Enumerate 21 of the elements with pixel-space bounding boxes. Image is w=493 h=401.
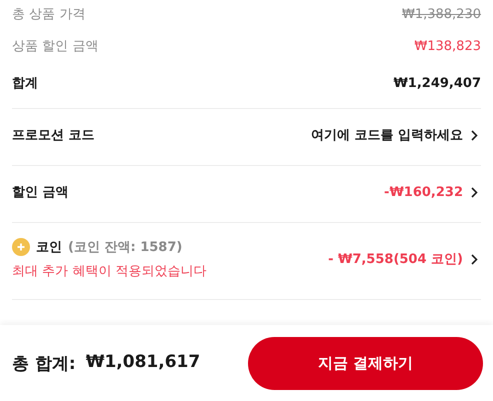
total-amount: ₩1,081,617 <box>86 352 200 374</box>
coin-balance: (코인 잔액: 1587) <box>68 239 182 256</box>
benefit-note: 최대 추가 혜택이 적용되었습니다 <box>12 263 208 280</box>
row-link[interactable]: -₩160,232 <box>384 184 463 200</box>
row-link[interactable]: - ₩7,558(504 코인) <box>328 250 463 268</box>
row-label: 합계 <box>12 75 39 92</box>
row-value: ₩1,388,230 <box>402 6 481 22</box>
row-link[interactable]: 여기에 코드를 입력하세요 <box>310 126 463 144</box>
row-label: 상품 할인 금액 <box>12 38 100 55</box>
chevron-right-icon <box>471 186 478 198</box>
row-label: 할인 금액 <box>12 184 70 201</box>
coin-label: 코인 <box>36 239 62 256</box>
row-value: ₩1,249,407 <box>393 76 481 90</box>
pay-now-button[interactable]: 지금 결제하기 <box>248 336 483 390</box>
row-label: 총 상품 가격 <box>12 6 86 23</box>
chevron-right-icon <box>471 130 478 140</box>
row-value: ₩138,823 <box>414 38 481 54</box>
chevron-right-icon <box>471 254 478 264</box>
row-label: 프로모션 코드 <box>12 127 96 144</box>
total-label: 총 합계: <box>12 352 76 374</box>
coin-icon <box>12 238 30 256</box>
